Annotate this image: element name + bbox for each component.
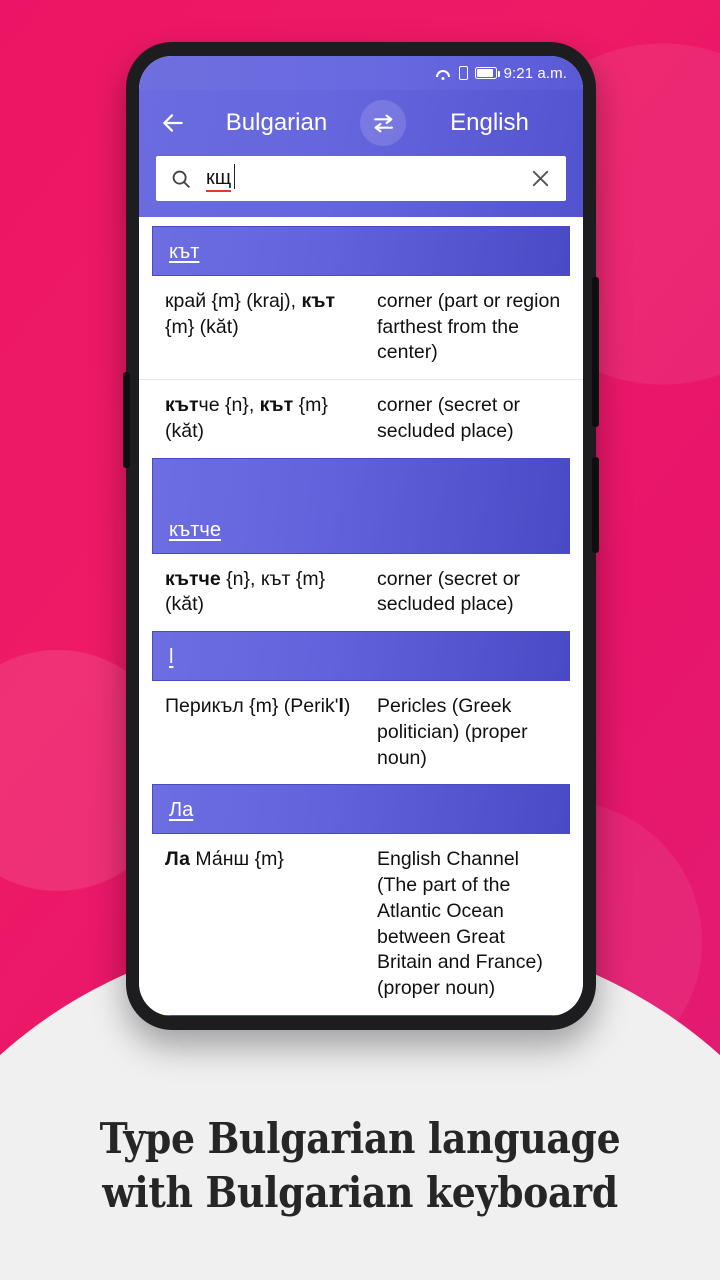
search-icon — [170, 168, 192, 190]
section-header[interactable]: Ла — [152, 784, 570, 835]
status-bar-clock: 9:21 a.m. — [503, 64, 567, 82]
promo-caption-line-2: with Bulgarian keyboard — [102, 1167, 618, 1217]
sim-icon — [458, 66, 468, 80]
search-input-value: кщ — [206, 167, 232, 192]
close-icon[interactable] — [529, 167, 552, 190]
phone-screen: 9:21 a.m. Bulgarian English кщ кът край … — [139, 56, 583, 1016]
entry-source-term: кътче {n}, кът {m} (kăt) — [165, 394, 328, 442]
search-input[interactable]: кщ — [206, 167, 515, 192]
phone-mockup: 9:21 a.m. Bulgarian English кщ кът край … — [123, 42, 599, 1030]
phone-side-button-volume — [592, 457, 599, 553]
results-list[interactable]: кът край {m} (kraj), кът {m} (kăt) corner … — [139, 217, 583, 1016]
section-header-label: Ла — [169, 799, 194, 822]
back-arrow-icon[interactable] — [153, 103, 193, 143]
entry-source-term: Перикъл {m} (Perik'l) — [165, 695, 351, 718]
entry-source-term: край {m} (kraj), кът {m} (kăt) — [165, 290, 335, 338]
table-row[interactable]: кътче {n}, кът {m} (kăt) corner (secret o… — [139, 380, 583, 457]
table-row[interactable]: Перикъл {m} (Perik'l) Pericles (Greek pol… — [139, 681, 583, 784]
promo-caption: Type Bulgarian language with Bulgarian k… — [0, 1112, 720, 1220]
section-header[interactable]: ла́я — [152, 1014, 570, 1016]
section-header-label: кът — [169, 241, 200, 263]
wifi-icon — [435, 67, 452, 80]
search-bar[interactable]: кщ — [156, 156, 566, 201]
entry-translation: English Channel (The part of the Atlanti… — [377, 848, 543, 1000]
entry-translation: corner (secret or secluded place) — [377, 394, 521, 442]
section-header-label: l — [169, 646, 174, 669]
status-bar: 9:21 a.m. — [139, 56, 583, 90]
entry-source-term: кътче {n}, кът {m} (kăt) — [165, 567, 326, 616]
entry-translation: corner (part or region farthest from the… — [377, 290, 561, 364]
section-header-label: кътче — [169, 518, 221, 541]
table-row[interactable]: кътче {n}, кът {m} (kăt) corner (secret o… — [139, 554, 583, 631]
entry-translation: corner (secret or secluded place) — [377, 567, 521, 616]
entry-source-term: Ла Ма́нш {m} — [165, 848, 284, 871]
table-row[interactable]: Ла Ма́нш {m} English Channel (The part of… — [139, 834, 583, 1014]
language-selector-row: Bulgarian English — [139, 90, 583, 156]
entry-translation: Pericles (Greek politician) (proper noun… — [377, 695, 528, 769]
phone-side-button-left — [123, 372, 130, 468]
section-header[interactable]: кът — [152, 226, 570, 276]
phone-side-button-power — [592, 277, 599, 427]
target-language-label[interactable]: English — [410, 109, 569, 137]
section-header[interactable]: кътче — [152, 457, 570, 554]
swap-languages-icon[interactable] — [360, 100, 406, 146]
battery-icon — [474, 67, 500, 79]
promo-caption-line-1: Type Bulgarian language — [99, 1114, 621, 1163]
source-language-label[interactable]: Bulgarian — [197, 109, 356, 137]
table-row[interactable]: край {m} (kraj), кът {m} (kăt) corner (pa… — [139, 276, 583, 381]
section-header[interactable]: l — [152, 631, 570, 682]
app-bar: Bulgarian English кщ — [139, 90, 583, 217]
